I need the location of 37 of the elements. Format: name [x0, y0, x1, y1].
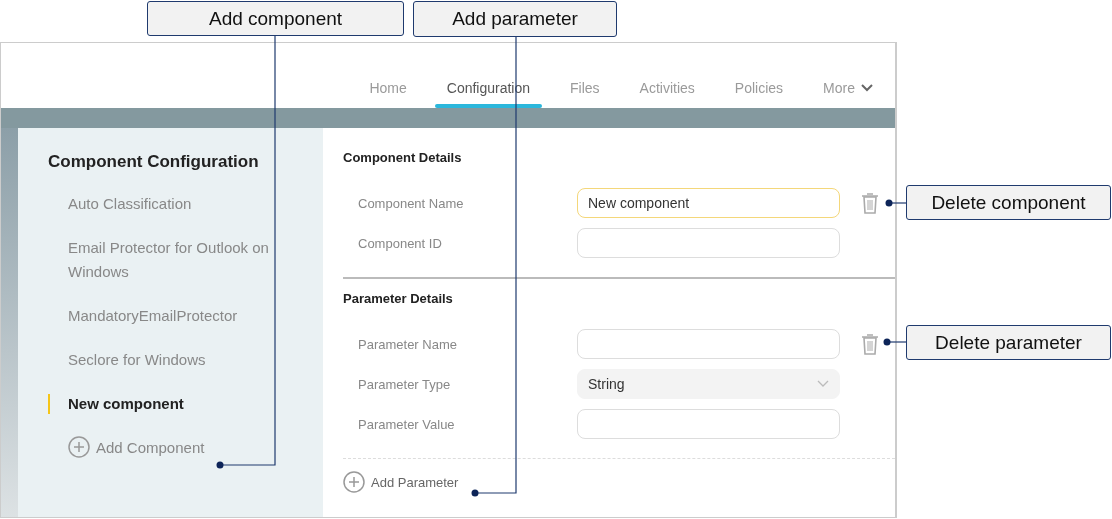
- chevron-down-icon: [817, 380, 829, 388]
- sidebar-item[interactable]: Seclore for Windows: [48, 348, 293, 372]
- sidebar-item[interactable]: Auto Classification: [48, 192, 293, 216]
- sidebar-item[interactable]: New component: [48, 392, 293, 416]
- add-component-button[interactable]: Add Component: [68, 436, 205, 458]
- input-field[interactable]: [577, 228, 840, 258]
- input-field[interactable]: [577, 409, 840, 439]
- callout-label: Add component: [147, 1, 404, 36]
- input-field[interactable]: New component: [577, 188, 840, 218]
- sidebar-item[interactable]: MandatoryEmailProtector: [48, 304, 293, 328]
- trash-icon[interactable]: [860, 191, 880, 215]
- section-title: Parameter Details: [343, 291, 454, 306]
- add-parameter-button[interactable]: Add Parameter: [343, 471, 459, 493]
- nav-tab[interactable]: Policies: [722, 74, 796, 108]
- plus-circle-icon: [68, 436, 90, 458]
- field-label: Parameter Type: [357, 376, 452, 392]
- plus-circle-icon: [343, 471, 365, 493]
- sidebar-title: Component Configuration: [48, 152, 260, 172]
- nav-tab[interactable]: Activities: [627, 74, 707, 108]
- callout-label: Add parameter: [413, 1, 617, 37]
- field-label: Parameter Value: [357, 416, 456, 432]
- nav-tab[interactable]: Home: [357, 74, 419, 108]
- type-dropdown[interactable]: String: [577, 369, 840, 399]
- leader-line: [883, 338, 907, 346]
- nav-tab[interactable]: Files: [558, 74, 612, 108]
- field-label: Component Name: [357, 195, 465, 211]
- leader-line: [885, 199, 907, 207]
- field-label: Parameter Name: [357, 336, 458, 352]
- callout-label: Delete parameter: [906, 325, 1111, 360]
- sidebar-item[interactable]: Email Protector for Outlook on Windows: [48, 236, 293, 284]
- input-field[interactable]: [577, 329, 840, 359]
- section-title: Component Details: [343, 150, 463, 165]
- nav-tab[interactable]: More: [811, 74, 885, 108]
- callout-label: Delete component: [906, 185, 1111, 220]
- trash-icon[interactable]: [860, 332, 880, 356]
- field-label: Component ID: [357, 235, 443, 251]
- chevron-down-icon: [861, 84, 873, 92]
